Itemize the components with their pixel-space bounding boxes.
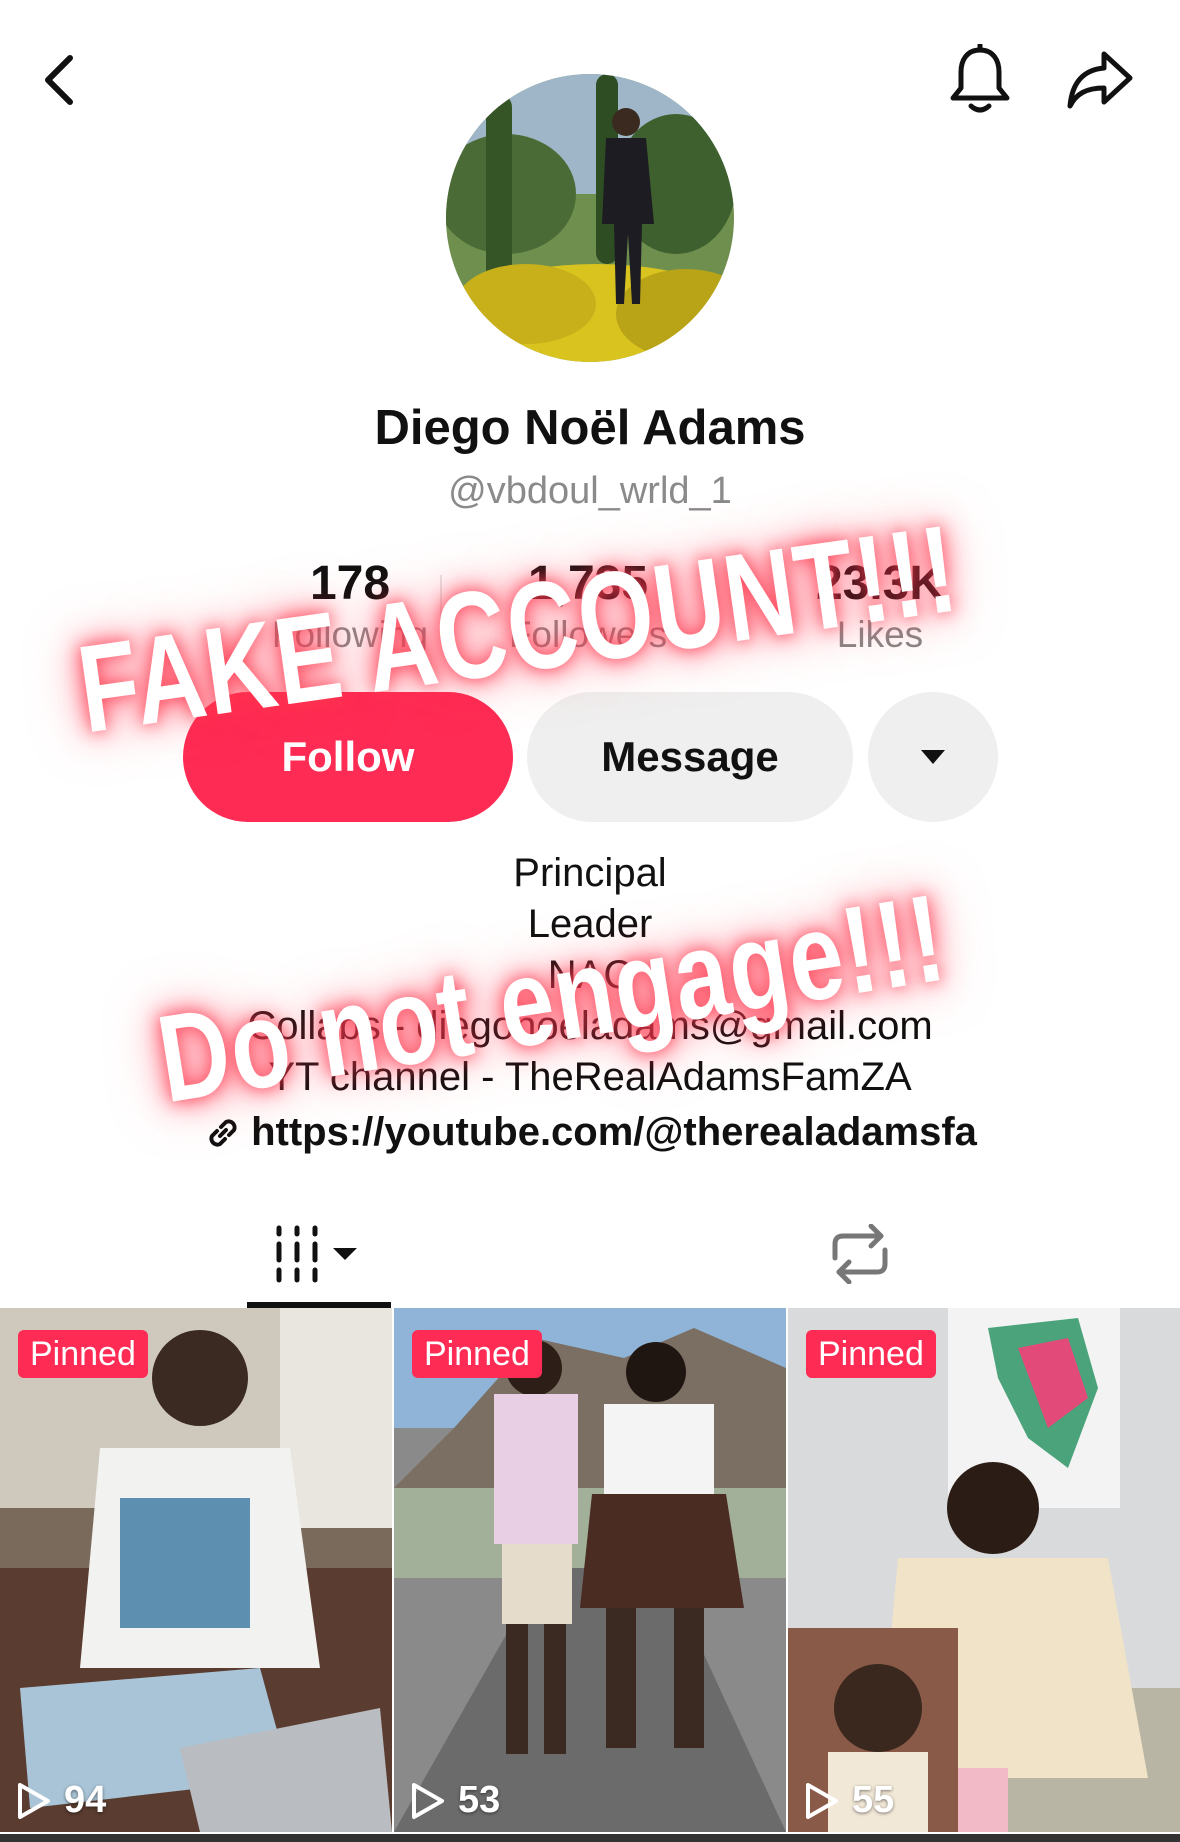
video-tile[interactable]: Pinned 53 <box>394 1308 786 1832</box>
video-grid: Pinned 94 Pinned 53 Pinned 55 <box>0 1308 1180 1842</box>
video-tile[interactable]: Pinned 94 <box>0 1308 392 1832</box>
link-icon <box>209 1118 237 1147</box>
share-arrow-icon <box>1067 51 1133 109</box>
video-thumbnail <box>788 1308 1180 1832</box>
stat-label: Followers <box>508 614 668 655</box>
profile-name: Diego Noël Adams <box>374 401 806 455</box>
repost-icon <box>832 1224 888 1284</box>
stat-value: 1,735 <box>527 557 649 610</box>
stat-divider <box>440 575 442 625</box>
share-button[interactable] <box>1060 38 1140 122</box>
play-icon <box>18 1782 50 1819</box>
bio: Principal Leader NAC Collabs - diegonoel… <box>0 848 1180 1103</box>
view-count-value: 94 <box>64 1779 107 1821</box>
notifications-button[interactable] <box>940 38 1020 122</box>
back-button[interactable] <box>30 40 90 120</box>
video-thumbnail <box>0 1308 392 1832</box>
stat-value: 23.3K <box>815 557 945 610</box>
message-button[interactable]: Message <box>527 692 853 822</box>
bio-link[interactable]: https://youtube.com/@therealadamsfa <box>0 1110 1180 1155</box>
play-icon <box>412 1782 444 1819</box>
chevron-left-icon <box>45 55 73 105</box>
stat-divider <box>740 575 742 625</box>
stat-label: Likes <box>836 614 924 655</box>
bio-line: Collabs - diegonoeladams@gmail.com <box>247 1004 933 1048</box>
profile-stats: 178 Following 1,735 Followers 23.3K Like… <box>190 555 990 665</box>
bio-line: Leader <box>527 902 653 946</box>
caret-down-icon <box>921 750 945 764</box>
suggested-accounts-button[interactable] <box>868 692 998 822</box>
stat-followers[interactable]: 1,735 Followers <box>458 555 718 657</box>
view-count-value: 55 <box>852 1779 895 1821</box>
pinned-badge: Pinned <box>18 1330 148 1378</box>
content-tabs <box>0 1200 1180 1308</box>
follow-button[interactable]: Follow <box>183 692 513 822</box>
view-count-value: 53 <box>458 1779 501 1821</box>
profile-handle: @vbdoul_wrld_1 <box>448 470 732 512</box>
video-thumbnail <box>394 1308 786 1832</box>
tab-reposts[interactable] <box>815 1200 905 1308</box>
bio-link-text: https://youtube.com/@therealadamsfa <box>251 1110 977 1154</box>
next-row-peek <box>0 1834 1180 1842</box>
view-count: 53 <box>410 1779 500 1822</box>
bio-line: Principal <box>513 851 667 895</box>
bell-icon <box>950 44 1010 113</box>
view-count: 55 <box>804 1779 894 1822</box>
stat-likes[interactable]: 23.3K Likes <box>750 555 1010 657</box>
play-icon <box>806 1782 838 1819</box>
video-tile[interactable]: Pinned 55 <box>788 1308 1180 1832</box>
pinned-badge: Pinned <box>806 1330 936 1378</box>
pinned-badge: Pinned <box>412 1330 542 1378</box>
bio-line: NAC <box>547 953 633 997</box>
avatar-photo <box>446 74 734 362</box>
bio-line: YT channel - TheRealAdamsFamZA <box>268 1055 912 1099</box>
videos-grid-icon <box>276 1225 357 1283</box>
tab-videos[interactable] <box>247 1200 391 1308</box>
avatar[interactable] <box>446 74 734 362</box>
view-count: 94 <box>16 1779 106 1822</box>
